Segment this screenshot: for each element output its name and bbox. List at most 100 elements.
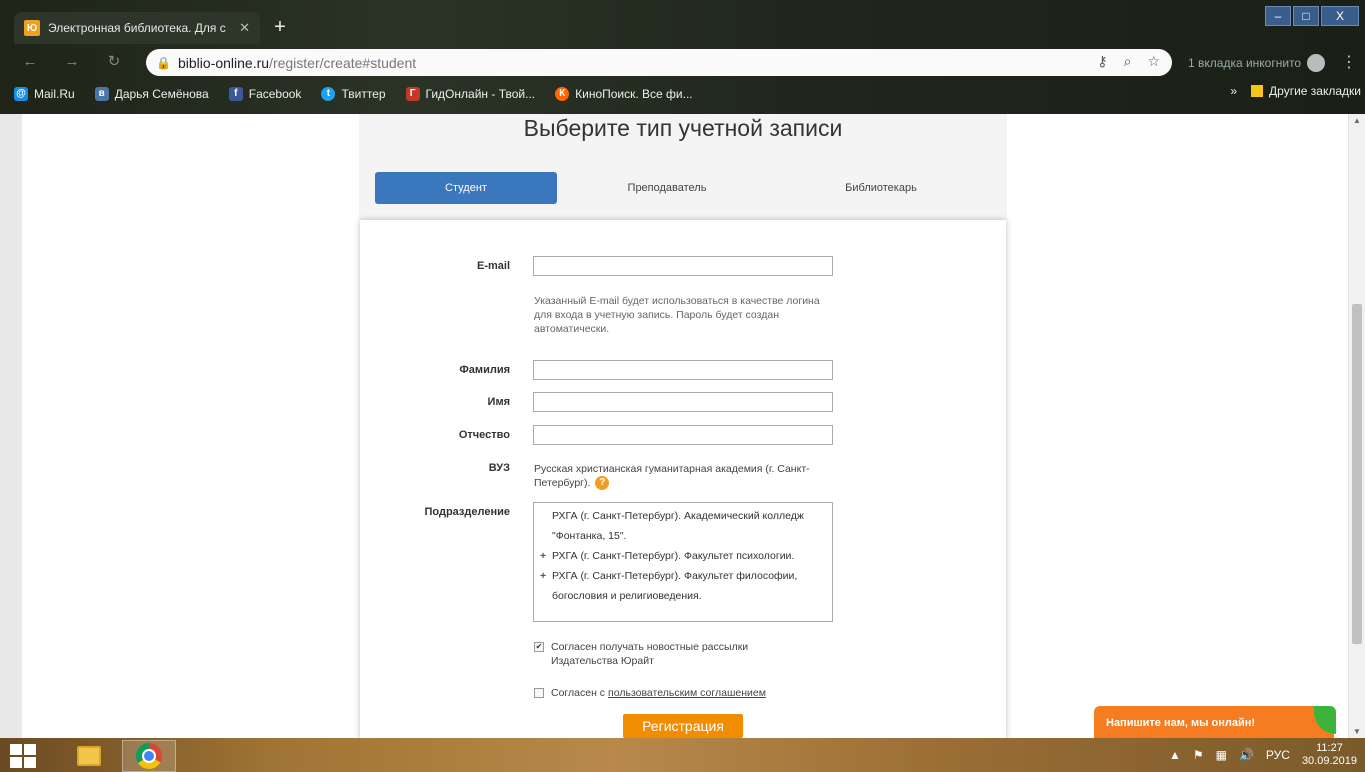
agreement-checkbox[interactable] bbox=[534, 688, 544, 698]
vk-icon: в bbox=[94, 87, 109, 101]
bookmark-label: Mail.Ru bbox=[34, 87, 75, 101]
page-scrollbar[interactable]: ▲ ▼ bbox=[1348, 114, 1365, 738]
tab-close-icon[interactable]: ✕ bbox=[239, 20, 250, 36]
browser-chrome: Ю Электронная библиотека. Для с ✕ + – □ … bbox=[0, 0, 1365, 114]
lastname-label: Фамилия bbox=[459, 364, 510, 376]
help-icon[interactable]: ? bbox=[595, 476, 610, 491]
chat-widget[interactable]: Напишите нам, мы онлайн! bbox=[1094, 706, 1336, 738]
expand-icon[interactable]: + bbox=[540, 546, 552, 566]
browser-toolbar: ← → ↻ 🔒 biblio-online.ru/register/create… bbox=[0, 44, 1365, 80]
division-label: Подразделение bbox=[424, 506, 511, 518]
newsletter-row: ✔ Согласен получать новостные рассылки И… bbox=[534, 640, 811, 668]
tab-title: Электронная библиотека. Для с bbox=[48, 21, 226, 35]
minimize-button[interactable]: – bbox=[1265, 6, 1291, 26]
page-left-margin bbox=[0, 114, 22, 738]
mailru-icon: @ bbox=[14, 87, 28, 101]
firstname-label: Имя bbox=[487, 396, 510, 408]
vuz-label: ВУЗ bbox=[488, 462, 510, 474]
bookmark-gidonline[interactable]: Г ГидОнлайн - Твой... bbox=[398, 87, 544, 101]
incognito-text: 1 вкладка инкогнито bbox=[1188, 56, 1302, 70]
list-item[interactable]: + РХГА (г. Санкт-Петербург). Факультет ф… bbox=[540, 566, 826, 606]
vuz-value: Русская христианская гуманитарная академ… bbox=[534, 462, 834, 491]
new-tab-button[interactable]: + bbox=[268, 16, 292, 40]
language-indicator[interactable]: РУС bbox=[1266, 748, 1290, 762]
chat-leaf-icon bbox=[1314, 706, 1336, 734]
register-button[interactable]: Регистрация bbox=[623, 714, 743, 738]
agreement-link[interactable]: пользовательским соглашением bbox=[608, 686, 766, 700]
tray-expand-icon[interactable]: ▲ bbox=[1169, 748, 1181, 762]
agreement-row: Согласен с пользовательским соглашением bbox=[534, 686, 766, 700]
email-field[interactable] bbox=[533, 256, 833, 276]
scrollbar-thumb[interactable] bbox=[1352, 304, 1362, 644]
bookmark-label: Твиттер bbox=[341, 87, 386, 101]
registration-form: E-mail Указанный E-mail будет использова… bbox=[360, 220, 1006, 738]
account-type-panel: Выберите тип учетной записи Студент Преп… bbox=[359, 114, 1007, 220]
chat-widget-label: Напишите нам, мы онлайн! bbox=[1106, 717, 1256, 729]
maximize-button[interactable]: □ bbox=[1293, 6, 1319, 26]
other-bookmarks[interactable]: Другие закладки bbox=[1251, 84, 1361, 98]
lastname-field[interactable] bbox=[533, 360, 833, 380]
incognito-indicator[interactable]: 1 вкладка инкогнито bbox=[1188, 54, 1326, 72]
list-item[interactable]: + РХГА (г. Санкт-Петербург). Факультет п… bbox=[540, 546, 826, 566]
newsletter-checkbox[interactable]: ✔ bbox=[534, 642, 544, 652]
close-window-button[interactable]: X bbox=[1321, 6, 1359, 26]
folder-icon bbox=[1251, 85, 1264, 97]
volume-icon[interactable]: 🔊 bbox=[1239, 748, 1254, 762]
middlename-label: Отчество bbox=[458, 429, 510, 441]
clock-date: 30.09.2019 bbox=[1301, 755, 1357, 767]
clock-time: 11:27 bbox=[1316, 742, 1343, 754]
star-icon[interactable]: ☆ bbox=[1147, 53, 1160, 70]
scroll-up-icon[interactable]: ▲ bbox=[1353, 116, 1361, 125]
expand-icon[interactable]: + bbox=[540, 566, 552, 606]
tab-librarian[interactable]: Библиотекарь bbox=[790, 172, 972, 204]
network-icon[interactable]: ▦ bbox=[1216, 748, 1227, 762]
page-viewport: Выберите тип учетной записи Студент Преп… bbox=[0, 114, 1365, 738]
window-controls: – □ X bbox=[1265, 6, 1359, 26]
windows-start-icon[interactable] bbox=[10, 744, 38, 768]
address-bar-icons: ⚷ ⌕ ☆ bbox=[1097, 53, 1160, 70]
gidonline-icon: Г bbox=[405, 87, 420, 101]
bookmark-label: ГидОнлайн - Твой... bbox=[425, 87, 536, 101]
taskbar-explorer[interactable] bbox=[62, 740, 116, 772]
bookmark-vk[interactable]: в Дарья Семёнова bbox=[87, 87, 217, 101]
tab-teacher[interactable]: Преподаватель bbox=[576, 172, 758, 204]
division-text: РХГА (г. Санкт-Петербург). Факультет пси… bbox=[552, 550, 795, 562]
scroll-down-icon[interactable]: ▼ bbox=[1353, 727, 1361, 736]
back-icon[interactable]: ← bbox=[20, 52, 40, 72]
flag-icon[interactable]: ⚑ bbox=[1193, 748, 1204, 762]
bookmark-label: Facebook bbox=[248, 87, 302, 101]
clock[interactable]: 11:27 30.09.2019 bbox=[1302, 742, 1357, 768]
expand-icon bbox=[540, 506, 552, 546]
email-label: E-mail bbox=[476, 260, 510, 272]
twitter-icon: t bbox=[321, 87, 336, 101]
browser-menu-icon[interactable]: ⋮ bbox=[1341, 52, 1357, 72]
zoom-icon[interactable]: ⌕ bbox=[1124, 53, 1132, 70]
division-text: РХГА (г. Санкт-Петербург). Факультет фил… bbox=[552, 570, 798, 602]
browser-tab[interactable]: Ю Электронная библиотека. Для с ✕ bbox=[14, 12, 260, 44]
taskbar-chrome[interactable] bbox=[122, 740, 176, 772]
middlename-field[interactable] bbox=[533, 425, 833, 445]
bookmark-mailru[interactable]: @ Mail.Ru bbox=[6, 87, 83, 101]
vuz-name: Русская христианская гуманитарная академ… bbox=[534, 463, 810, 489]
reload-icon[interactable]: ↻ bbox=[104, 52, 124, 72]
address-bar[interactable]: 🔒 biblio-online.ru/register/create#stude… bbox=[146, 49, 1172, 76]
windows-taskbar: ▲ ⚑ ▦ 🔊 РУС 11:27 30.09.2019 bbox=[0, 738, 1365, 772]
page-title: Выберите тип учетной записи bbox=[523, 115, 843, 141]
forward-icon[interactable]: → bbox=[62, 52, 82, 72]
bookmarks-overflow-icon[interactable]: » bbox=[1230, 84, 1237, 98]
division-list[interactable]: РХГА (г. Санкт-Петербург). Академический… bbox=[533, 502, 833, 622]
system-tray: ▲ ⚑ ▦ 🔊 РУС 11:27 30.09.2019 bbox=[1169, 742, 1357, 768]
key-icon[interactable]: ⚷ bbox=[1097, 53, 1107, 70]
bookmark-kinopoisk[interactable]: К КиноПоиск. Все фи... bbox=[547, 87, 701, 101]
division-text: РХГА (г. Санкт-Петербург). Академический… bbox=[552, 510, 804, 542]
firstname-field[interactable] bbox=[533, 392, 833, 412]
newsletter-label: Согласен получать новостные рассылки Изд… bbox=[551, 641, 749, 667]
bookmark-twitter[interactable]: t Твиттер bbox=[313, 87, 393, 101]
chrome-icon bbox=[136, 743, 162, 769]
bookmark-label: Дарья Семёнова bbox=[114, 87, 209, 101]
tab-student[interactable]: Студент bbox=[375, 172, 557, 204]
incognito-icon bbox=[1307, 54, 1326, 72]
facebook-icon: f bbox=[228, 87, 243, 101]
list-item[interactable]: РХГА (г. Санкт-Петербург). Академический… bbox=[540, 506, 826, 546]
bookmark-facebook[interactable]: f Facebook bbox=[221, 87, 310, 101]
